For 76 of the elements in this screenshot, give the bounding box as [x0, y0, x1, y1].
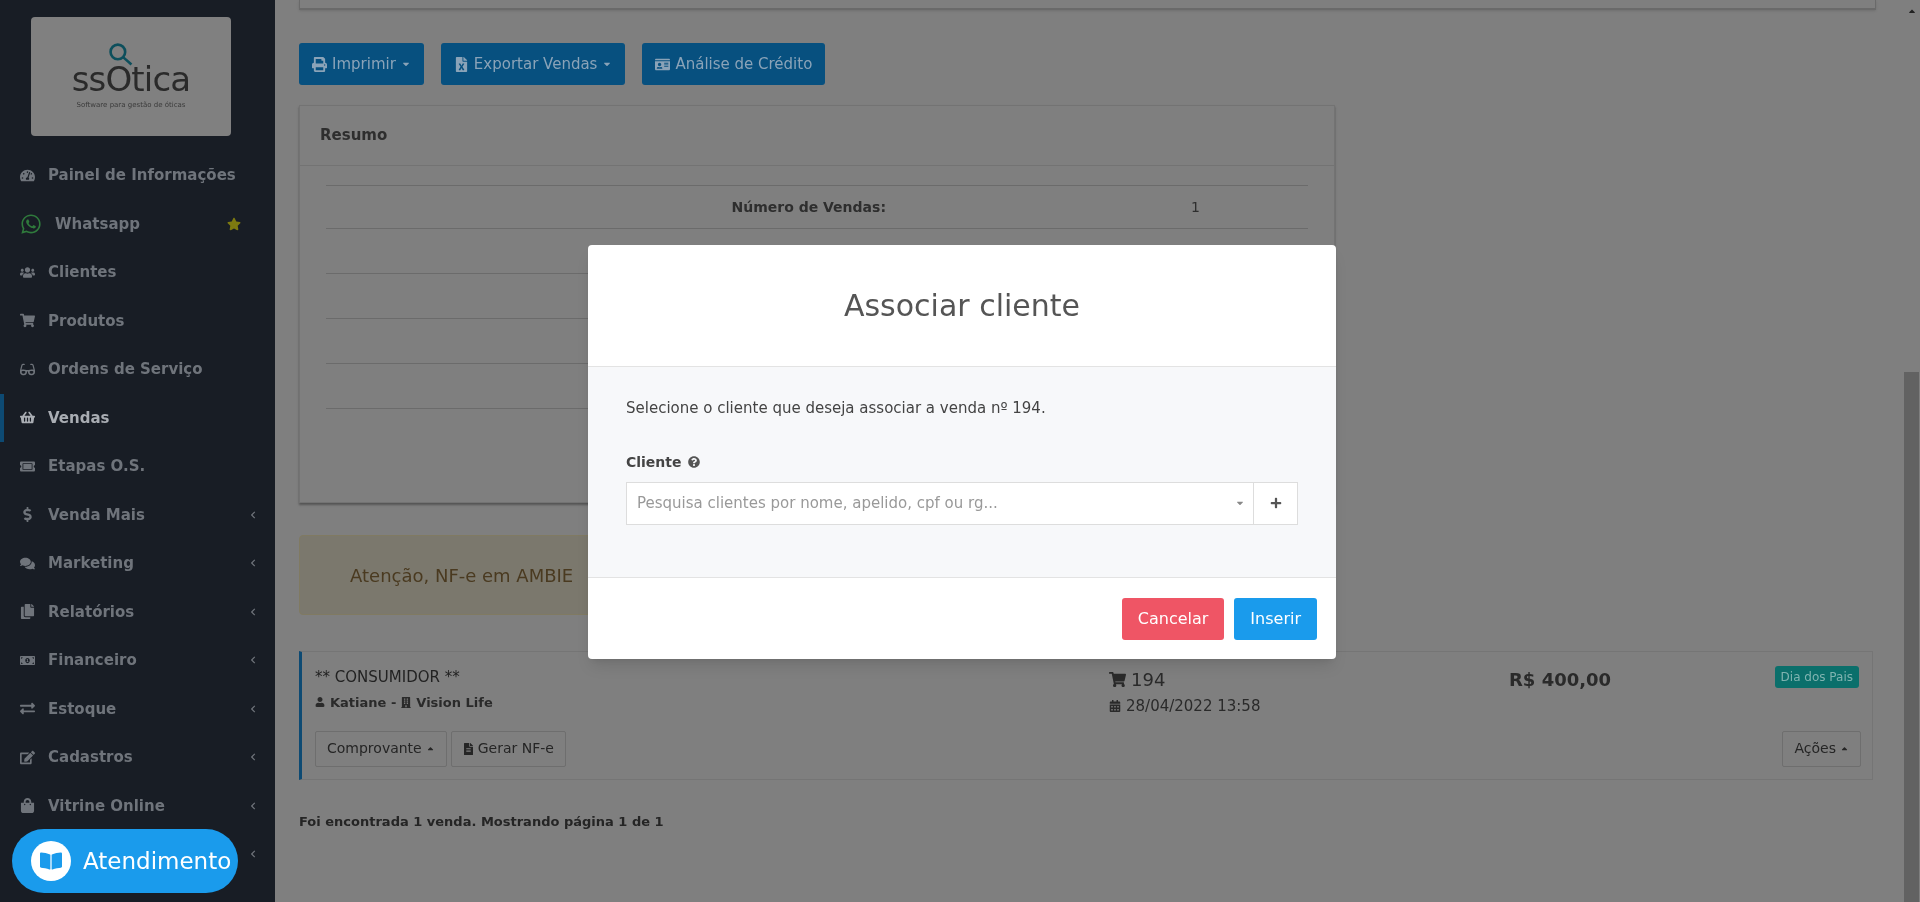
client-search-input[interactable]: Pesquisa clientes por nome, apelido, cpf ou rg...	[637, 491, 1235, 515]
modal-message: Selecione o cliente que deseja associar a venda nº 194.	[626, 398, 1047, 419]
tag-badge: Dia dos Pais	[1774, 666, 1859, 688]
results-summary: Foi encontrada 1 venda. Mostrando página 1 de 1	[299, 813, 665, 831]
chevron-icon	[249, 753, 257, 762]
chevron-icon	[249, 656, 257, 665]
store-name: Vision Life	[416, 693, 493, 712]
chevron-icon	[249, 559, 257, 568]
toolbar-button[interactable]: Exportar Vendas	[440, 43, 626, 85]
edit-icon	[20, 749, 35, 765]
sidebar-item[interactable]: Etapas O.S.	[0, 442, 275, 491]
actions-button[interactable]: Ações	[1782, 730, 1861, 767]
add-client-button[interactable]	[1254, 481, 1298, 525]
bag-icon	[20, 798, 35, 814]
seller-name: Katiane -	[330, 693, 397, 712]
dashboard-icon	[20, 167, 35, 183]
user-icon	[315, 697, 325, 708]
sidebar-item[interactable]: Financeiro	[0, 636, 275, 685]
printer-icon	[312, 56, 327, 72]
building-icon	[401, 696, 412, 708]
dollar-icon	[20, 507, 35, 523]
customer-name: ** CONSUMIDOR **	[315, 667, 461, 688]
sale-action-button[interactable]: Gerar NF-e	[450, 730, 566, 767]
client-select[interactable]: Pesquisa clientes por nome, apelido, cpf ou rg...	[626, 481, 1254, 525]
sale-date: 28/04/2022 13:58	[1126, 696, 1261, 717]
calendar-icon	[1109, 700, 1121, 713]
chevron-icon	[249, 607, 257, 616]
book-icon	[31, 841, 71, 881]
summary-label: Número de Vendas:	[730, 197, 886, 217]
summary-value: 1	[1191, 197, 1200, 217]
sidebar-item[interactable]: Whatsapp	[0, 199, 275, 248]
field-label: Cliente	[626, 452, 682, 472]
id-card-icon	[655, 56, 671, 72]
users-icon	[20, 264, 35, 280]
sidebar-item[interactable]: Clientes	[0, 248, 275, 297]
support-button[interactable]: Atendimento	[12, 829, 238, 893]
sidebar-item[interactable]: Venda Mais	[0, 490, 275, 539]
logo-name: ssOtica	[71, 61, 191, 96]
cart-icon	[20, 313, 35, 329]
chevron-icon	[249, 801, 257, 810]
sidebar-item[interactable]: Cadastros	[0, 733, 275, 782]
sidebar-item[interactable]: Vitrine Online	[0, 781, 275, 830]
plus-icon	[1269, 497, 1282, 509]
chevron-icon	[249, 510, 257, 519]
toolbar-button[interactable]: Imprimir	[299, 43, 424, 85]
panel-title: Resumo	[320, 125, 388, 147]
whatsapp-icon	[20, 212, 42, 235]
basket-icon	[20, 410, 35, 426]
caret-icon	[1840, 744, 1849, 753]
sale-number: 194	[1131, 668, 1166, 692]
sidebar-item[interactable]: Marketing	[0, 539, 275, 588]
sidebar-item[interactable]: Produtos	[0, 296, 275, 345]
chat-icon	[20, 555, 35, 571]
caret-icon	[425, 744, 435, 753]
cart-icon	[1109, 671, 1126, 688]
sidebar-item[interactable]: Relatórios	[0, 587, 275, 636]
sidebar-item[interactable]: Painel de Informações	[0, 151, 275, 200]
sale-action-button[interactable]: Comprovante	[315, 730, 447, 767]
exchange-icon	[20, 701, 35, 717]
insert-button[interactable]: Inserir	[1234, 597, 1317, 640]
sidebar-item[interactable]: Estoque	[0, 684, 275, 733]
spreadsheet-icon	[453, 56, 469, 72]
star-icon	[227, 216, 241, 231]
glasses-icon	[20, 361, 35, 377]
alert-text: Atenção, NF-e em AMBIE	[350, 563, 574, 588]
sidebar-item[interactable]: Ordens de Serviço	[0, 345, 275, 394]
modal-title: Associar cliente	[843, 287, 1081, 325]
chevron-icon	[249, 704, 257, 713]
toolbar-button[interactable]: Análise de Crédito	[642, 43, 826, 85]
sidebar-item[interactable]: Vendas	[0, 393, 275, 442]
document-icon	[462, 742, 474, 755]
sale-total: R$ 400,00	[1509, 668, 1612, 692]
chevron-icon[interactable]	[249, 850, 257, 859]
copy-icon	[20, 604, 35, 620]
cancel-button[interactable]: Cancelar	[1121, 597, 1225, 640]
help-icon	[687, 456, 700, 468]
